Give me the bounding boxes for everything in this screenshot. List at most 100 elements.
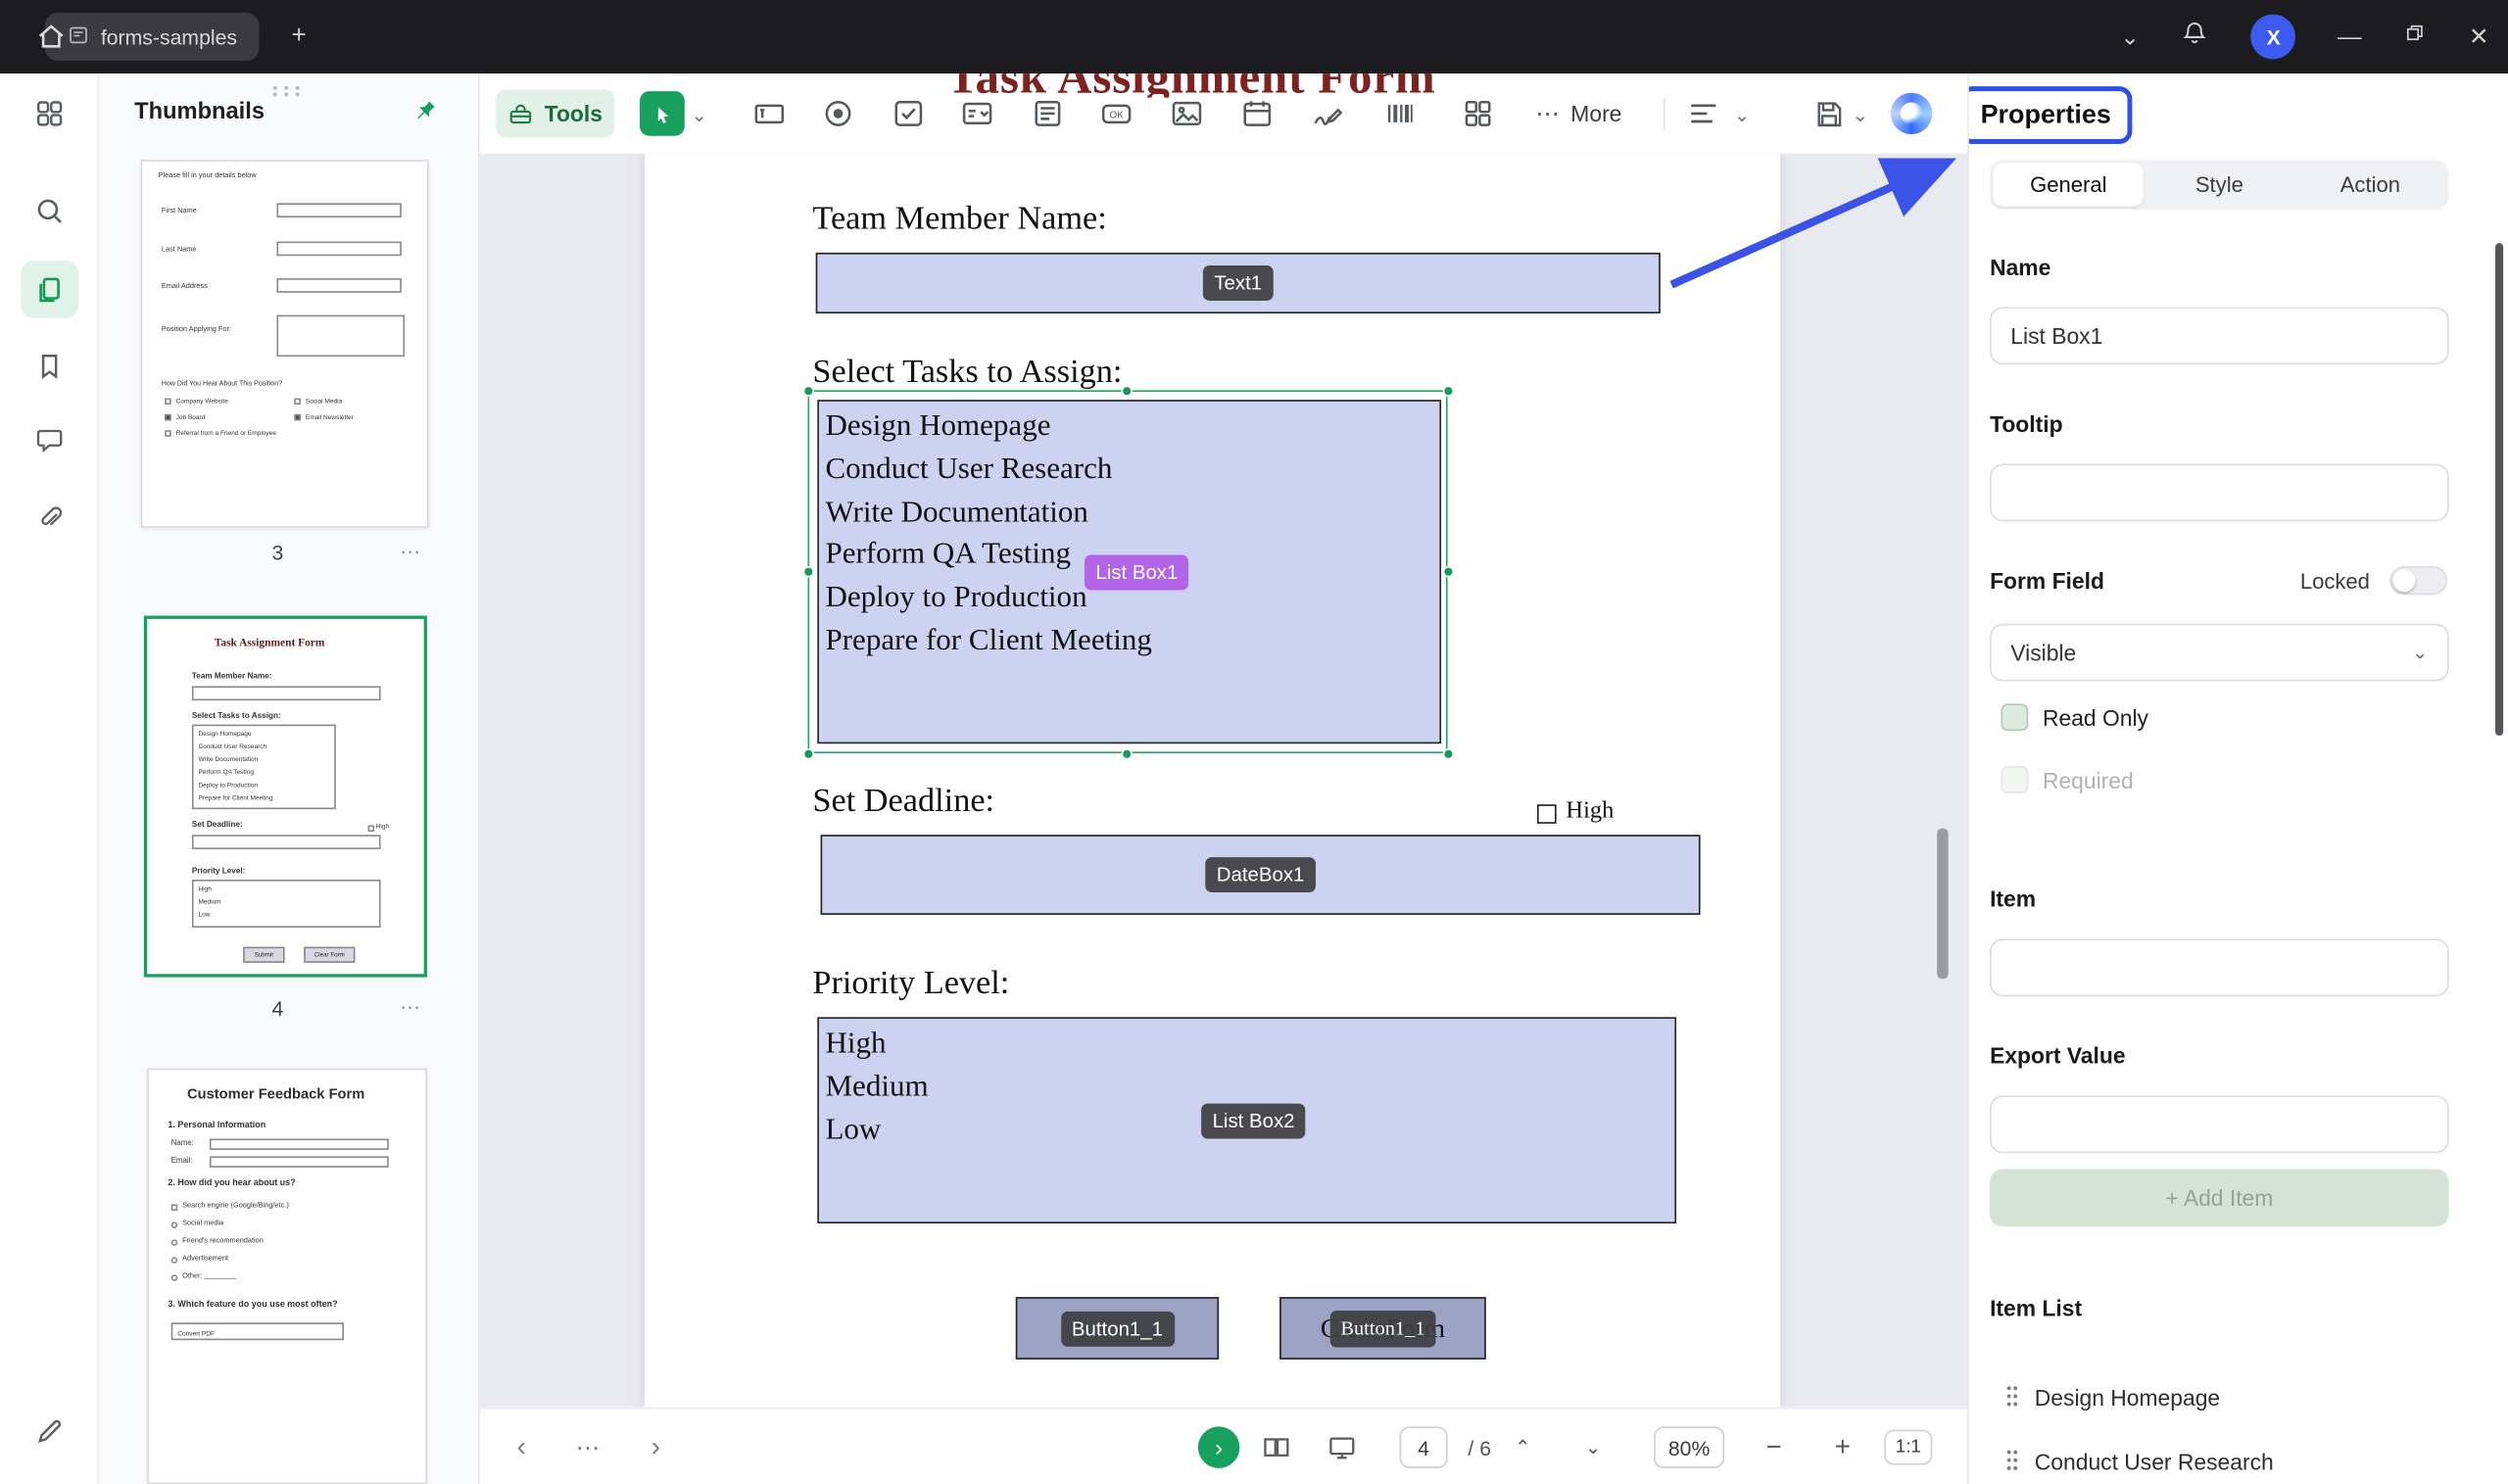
save-icon[interactable] xyxy=(1808,93,1849,134)
text1-field[interactable]: Text1 xyxy=(816,253,1661,313)
drag-handle-icon[interactable] xyxy=(2005,1384,2018,1412)
canvas-scrollbar[interactable] xyxy=(1937,829,1948,979)
panel-drag-handle[interactable] xyxy=(268,76,304,105)
selection-handle[interactable] xyxy=(803,385,814,396)
notifications-bell-icon[interactable] xyxy=(2181,19,2209,56)
statusbar-more-icon[interactable]: ⋯ xyxy=(573,1409,605,1484)
datebox-field[interactable]: DateBox1 xyxy=(821,835,1701,915)
ai-assistant-icon[interactable] xyxy=(1891,93,1932,134)
item-input[interactable] xyxy=(1990,938,2449,996)
tools-button[interactable]: Tools xyxy=(496,89,614,137)
selection-handle[interactable] xyxy=(803,748,814,759)
submit-form-button[interactable]: Button1_1 xyxy=(1016,1297,1219,1360)
date-field-tool-icon[interactable] xyxy=(1236,93,1278,134)
barcode-field-tool-icon[interactable] xyxy=(1378,93,1420,134)
radio-button-tool-icon[interactable] xyxy=(817,93,858,134)
image-field-tool-icon[interactable] xyxy=(1166,93,1207,134)
page-up-icon[interactable]: ⌃ xyxy=(1510,1409,1535,1484)
tooltip-label: Tooltip xyxy=(1990,411,2062,437)
signature-field-tool-icon[interactable] xyxy=(1307,93,1348,134)
combo-box-tool-icon[interactable] xyxy=(956,93,997,134)
selection-handle[interactable] xyxy=(1122,385,1133,396)
listbox2-item[interactable]: High xyxy=(819,1024,1674,1067)
clear-form-button[interactable]: Clear Form Button1_1 xyxy=(1279,1297,1486,1360)
attachments-icon[interactable] xyxy=(21,488,78,546)
high-checkbox[interactable] xyxy=(1537,804,1557,824)
thumbnails-panel: Thumbnails Please fill in your details b… xyxy=(99,73,480,1484)
drag-handle-icon[interactable] xyxy=(2005,1448,2018,1475)
export-value-input[interactable] xyxy=(1990,1095,2449,1153)
screen-view-icon[interactable] xyxy=(1322,1409,1363,1484)
listbox1-item[interactable]: Design Homepage xyxy=(819,407,1439,450)
tab-general[interactable]: General xyxy=(1993,164,2144,207)
selection-handle[interactable] xyxy=(1443,748,1454,759)
minimize-button[interactable]: — xyxy=(2338,24,2361,51)
push-button-tool-icon[interactable]: OK xyxy=(1095,93,1136,134)
selection-handle[interactable] xyxy=(1443,566,1454,577)
more-tools-button[interactable]: ⋯ More xyxy=(1535,93,1621,134)
read-only-checkbox[interactable] xyxy=(2002,703,2029,731)
apps-grid-icon[interactable] xyxy=(21,85,78,143)
add-item-button[interactable]: + Add Item xyxy=(1990,1170,2449,1227)
bookmarks-icon[interactable] xyxy=(21,337,78,395)
page-number-input[interactable]: 4 xyxy=(1400,1426,1448,1467)
visibility-dropdown[interactable]: Visible ⌄ xyxy=(1990,624,2449,682)
properties-scrollbar[interactable] xyxy=(2495,243,2503,736)
document-canvas[interactable]: Team Member Name: Text1 Select Tasks to … xyxy=(480,154,1967,1408)
pin-icon[interactable] xyxy=(410,98,438,135)
tab-action[interactable]: Action xyxy=(2294,164,2445,207)
save-chevron-icon[interactable]: ⌄ xyxy=(1853,104,1868,126)
thumbnail-page-5[interactable]: Customer Feedback Form 1. Personal Infor… xyxy=(147,1069,427,1484)
titlebar-chevron-down-icon[interactable]: ⌄ xyxy=(2120,24,2139,51)
thumbnail-page-4[interactable]: Task Assignment Form Team Member Name: S… xyxy=(144,616,427,978)
stylus-pen-icon[interactable] xyxy=(21,1403,78,1460)
thumbnail-page-3[interactable]: Please fill in your details below First … xyxy=(141,160,429,528)
listbox1-item[interactable]: Prepare for Client Meeting xyxy=(819,620,1439,663)
thumb4-more-button[interactable]: ⋯ xyxy=(400,995,422,1021)
comments-icon[interactable] xyxy=(21,411,78,469)
visibility-value: Visible xyxy=(2010,640,2076,665)
document-tab[interactable]: forms-samples xyxy=(45,13,260,61)
page-down-icon[interactable]: ⌄ xyxy=(1580,1409,1606,1484)
thumb3-more-button[interactable]: ⋯ xyxy=(400,539,422,564)
listbox1-badge: List Box1 xyxy=(1085,555,1189,591)
zoom-value[interactable]: 80% xyxy=(1654,1426,1724,1467)
zoom-out-icon[interactable]: − xyxy=(1760,1409,1788,1484)
item-list-row[interactable]: Conduct User Research xyxy=(1990,1436,2449,1484)
restore-button[interactable] xyxy=(2403,21,2427,53)
list-box-tool-icon[interactable] xyxy=(1027,93,1068,134)
item-list-row[interactable]: Design Homepage xyxy=(1990,1372,2449,1423)
zoom-in-icon[interactable]: + xyxy=(1828,1409,1857,1484)
tooltip-input[interactable] xyxy=(1990,463,2449,521)
alignment-tool-icon[interactable] xyxy=(1683,93,1724,134)
tab-style[interactable]: Style xyxy=(2144,164,2294,207)
home-icon[interactable] xyxy=(35,21,68,61)
clipped-document-title: Task Assignment Form xyxy=(947,73,1436,97)
selection-handle[interactable] xyxy=(1122,748,1133,759)
locked-toggle[interactable] xyxy=(2389,566,2447,595)
thumb5-input xyxy=(210,1138,389,1149)
page-spread-icon[interactable] xyxy=(1256,1409,1297,1484)
checkbox-tool-icon[interactable] xyxy=(888,93,929,134)
alignment-chevron-icon[interactable]: ⌄ xyxy=(1734,104,1750,126)
select-tool-chevron-icon[interactable]: ⌄ xyxy=(691,104,706,126)
listbox1-item[interactable]: Write Documentation xyxy=(819,492,1439,535)
expand-panel-button[interactable]: › xyxy=(1198,1426,1239,1467)
name-input[interactable]: List Box1 xyxy=(1990,307,2449,364)
selection-handle[interactable] xyxy=(1443,385,1454,396)
close-button[interactable]: ✕ xyxy=(2469,23,2489,51)
thumbnails-panel-icon[interactable] xyxy=(21,261,78,318)
arrange-fields-tool-icon[interactable] xyxy=(1457,93,1498,134)
actual-size-button[interactable]: 1:1 xyxy=(1884,1430,1932,1465)
selection-handle[interactable] xyxy=(803,566,814,577)
text-field-tool-icon[interactable] xyxy=(748,93,790,134)
thumb5-label: Email: xyxy=(171,1158,193,1166)
next-icon[interactable]: › xyxy=(643,1409,668,1484)
prev-icon[interactable]: ‹ xyxy=(508,1409,534,1484)
search-icon[interactable] xyxy=(21,182,78,240)
user-avatar[interactable]: X xyxy=(2251,15,2296,60)
select-tool-button[interactable] xyxy=(640,91,685,136)
required-checkbox[interactable] xyxy=(2002,766,2029,793)
new-tab-button[interactable]: + xyxy=(292,23,307,51)
listbox1-item[interactable]: Conduct User Research xyxy=(819,449,1439,492)
